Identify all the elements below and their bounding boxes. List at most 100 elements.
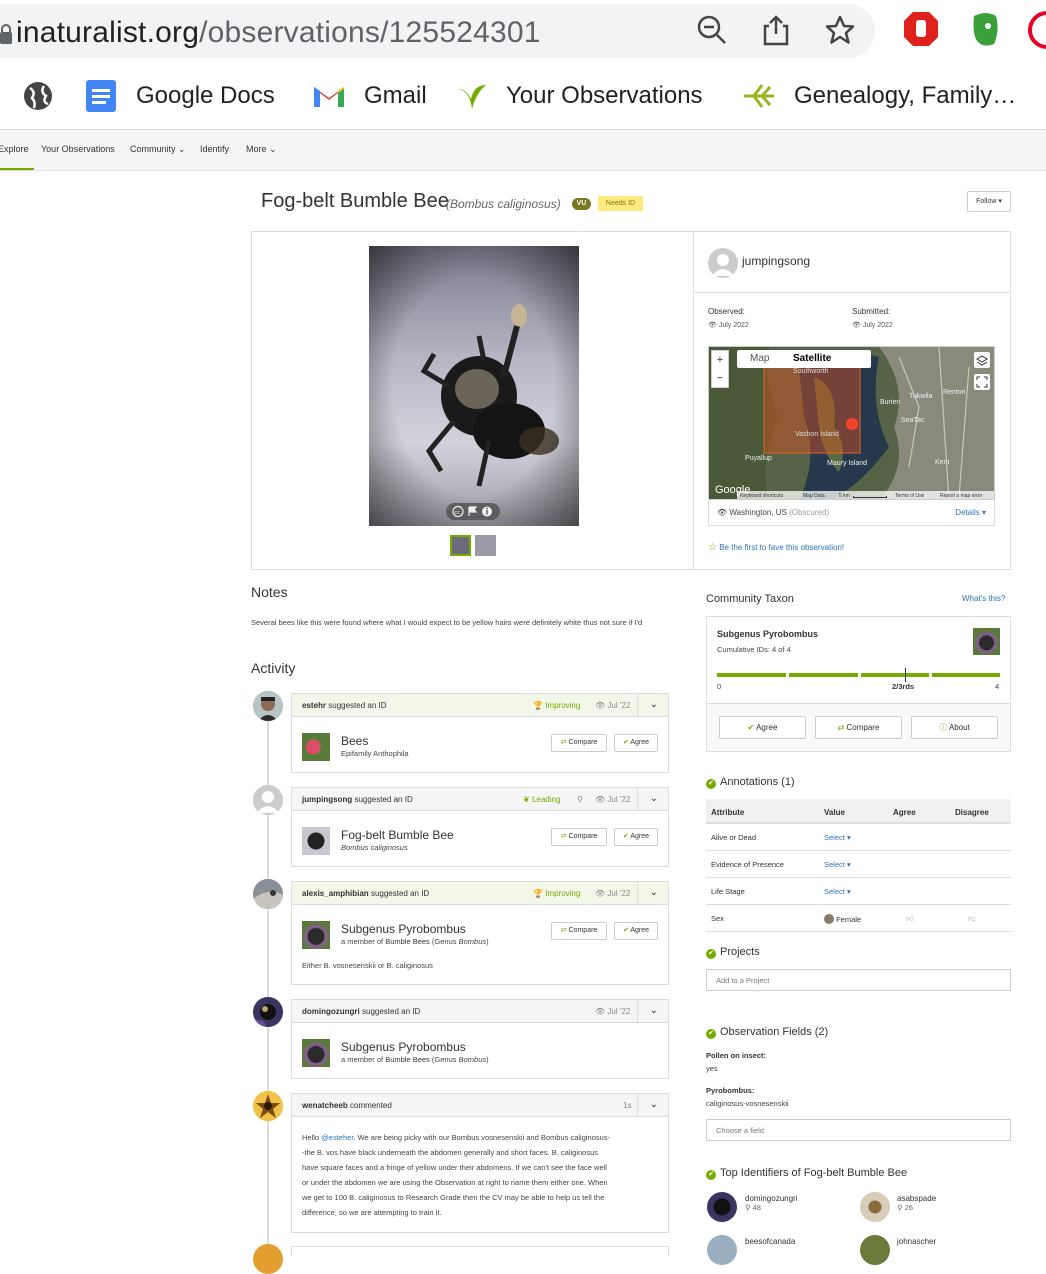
compare-button[interactable]: ⇄ Compare	[815, 716, 902, 739]
bookmark-star-icon[interactable]	[824, 14, 856, 46]
zoom-out-button[interactable]: −	[712, 369, 728, 387]
add-project-input[interactable]: Add to a Project	[706, 969, 1011, 991]
nav-your-observations[interactable]: Your Observations	[41, 144, 115, 154]
address-bar[interactable]: inaturalist.org/observations/125524301	[0, 4, 875, 58]
username-link[interactable]: alexis_amphibian	[302, 889, 369, 898]
zoom-in-button[interactable]: +	[712, 351, 728, 369]
keyboard-shortcuts-link[interactable]: Keyboard shortcuts	[740, 493, 783, 499]
username-link[interactable]: jumpingsong	[302, 795, 352, 804]
evernote-extension-icon[interactable]	[966, 10, 1004, 50]
identifier-name[interactable]: domingozungri	[745, 1194, 797, 1203]
chevron-down-icon[interactable]: ⌄	[650, 1005, 658, 1016]
mention-link[interactable]: @esteher	[321, 1133, 353, 1142]
taxon-name[interactable]: Subgenus Pyrobombus	[341, 922, 466, 936]
user-avatar[interactable]	[707, 1192, 737, 1222]
taxon-name[interactable]: Subgenus Pyrobombus	[341, 1040, 466, 1054]
user-avatar[interactable]	[253, 785, 283, 815]
thumbs-up-icon[interactable]: 👍︎	[906, 914, 914, 924]
fullscreen-button[interactable]	[974, 374, 990, 390]
value-select[interactable]: Select ▾	[824, 887, 851, 896]
agree-button[interactable]: ✔ Agree	[614, 734, 658, 752]
user-avatar[interactable]	[253, 1244, 283, 1274]
bookmark-your-observations[interactable]: Your Observations	[454, 78, 703, 114]
parent-taxon-link[interactable]: Bumble Bees	[385, 937, 430, 946]
map-tab-satellite[interactable]: Satellite	[793, 353, 831, 364]
agree-button[interactable]: ✔ Agree	[614, 828, 658, 846]
taxon-name[interactable]: Bees	[341, 734, 368, 748]
nav-identify[interactable]: Identify	[200, 144, 229, 154]
fave-link[interactable]: ☆ Be the first to fave this observation!	[708, 542, 844, 553]
user-avatar-mini[interactable]	[824, 914, 834, 924]
chevron-down-icon[interactable]: ⌄	[650, 887, 658, 898]
card-header: wenatcheeb commented 1s ⌄	[292, 1094, 668, 1117]
follow-button[interactable]: Follow ▾	[967, 191, 1011, 212]
value-select[interactable]: Select ▾	[824, 833, 851, 842]
user-avatar[interactable]	[253, 1091, 283, 1121]
identifier-name[interactable]: asabspade	[897, 1194, 936, 1203]
about-button[interactable]: ⓘ About	[911, 716, 998, 739]
taxon-photo[interactable]	[973, 628, 1000, 655]
user-avatar[interactable]	[707, 1235, 737, 1265]
photo-thumbnail-1[interactable]	[450, 535, 471, 556]
globe-icon[interactable]	[22, 80, 54, 112]
username-link[interactable]: wenatcheeb	[302, 1101, 348, 1110]
chevron-down-icon[interactable]: ⌄	[650, 1099, 658, 1110]
eye-icon: 👁	[852, 322, 861, 329]
nav-more[interactable]: More ⌄	[246, 144, 277, 155]
chevron-down-icon[interactable]: ⌄	[650, 793, 658, 804]
field-value: yes	[706, 1064, 718, 1073]
adblock-extension-icon[interactable]	[902, 10, 940, 50]
nav-explore[interactable]: Explore	[0, 144, 29, 154]
identifier-name[interactable]: beesofcanada	[745, 1237, 795, 1246]
pinterest-extension-icon[interactable]	[1028, 10, 1046, 50]
terms-link[interactable]: Terms of Use	[895, 493, 924, 499]
bookmark-gmail[interactable]: Gmail	[312, 78, 427, 114]
layers-button[interactable]	[974, 352, 990, 368]
user-avatar[interactable]	[860, 1235, 890, 1265]
bookmark-genealogy[interactable]: Genealogy, Family…	[742, 78, 1016, 114]
taxon-photo[interactable]	[302, 827, 330, 855]
scientific-name[interactable]: (Bombus caliginosus)	[446, 197, 561, 211]
taxon-name[interactable]: Fog-belt Bumble Bee	[341, 828, 454, 842]
agree-button[interactable]: ✔ Agree	[614, 922, 658, 940]
top-identifiers-heading: ✔ Top Identifiers of Fog-belt Bumble Bee	[706, 1167, 907, 1180]
compare-button[interactable]: ⇄ Compare	[551, 922, 607, 940]
user-avatar[interactable]	[253, 691, 283, 721]
user-avatar[interactable]	[253, 997, 283, 1027]
agree-button[interactable]: ✔ Agree	[719, 716, 806, 739]
zoom-out-icon[interactable]	[696, 14, 728, 46]
taxon-photo[interactable]	[302, 733, 330, 761]
taxon-subtitle-prefix: a member of	[341, 1055, 384, 1064]
community-taxon-name[interactable]: Subgenus Pyrobombus	[717, 629, 818, 639]
bookmark-google-docs[interactable]: Google Docs	[84, 78, 275, 114]
whats-this-link[interactable]: What's this?	[962, 594, 1005, 603]
compare-button[interactable]: ⇄ Compare	[551, 734, 607, 752]
observer-username[interactable]: jumpingsong	[742, 254, 810, 268]
chevron-down-icon[interactable]: ⌄	[650, 699, 658, 710]
observation-map[interactable]: + − Map Satellite Southworth Vashon Isla…	[708, 346, 995, 500]
map-tab-map[interactable]: Map	[750, 353, 769, 364]
share-icon[interactable]	[760, 14, 792, 46]
user-avatar[interactable]	[708, 248, 738, 278]
value-select[interactable]: Select ▾	[824, 860, 851, 869]
choose-field-input[interactable]: Choose a field	[706, 1119, 1011, 1141]
taxon-photo[interactable]	[302, 1039, 330, 1067]
identifier-name[interactable]: johnascher	[897, 1237, 936, 1246]
taxon-photo[interactable]	[302, 921, 330, 949]
details-dropdown[interactable]: Details ▾	[955, 508, 986, 517]
report-error-link[interactable]: Report a map error	[940, 493, 982, 499]
parent-taxon-link[interactable]: Bumble Bees	[385, 1055, 430, 1064]
username-link[interactable]: estehr	[302, 701, 326, 710]
thumbs-down-icon[interactable]: 👎︎	[968, 914, 976, 924]
observation-photo[interactable]	[369, 246, 579, 526]
photo-thumbnail-2[interactable]	[475, 535, 496, 556]
username-link[interactable]: domingozungri	[302, 1007, 360, 1016]
value-label: Female	[836, 915, 862, 924]
nav-community[interactable]: Community ⌄	[130, 144, 186, 155]
map-type-tabs: Map Satellite	[737, 350, 871, 368]
taxon-subtitle: a member of Bumble Bees (Genus Bombus)	[341, 937, 489, 946]
user-avatar[interactable]	[860, 1192, 890, 1222]
user-avatar[interactable]	[253, 879, 283, 909]
comment-greeting: Hello	[302, 1133, 320, 1142]
compare-button[interactable]: ⇄ Compare	[551, 828, 607, 846]
